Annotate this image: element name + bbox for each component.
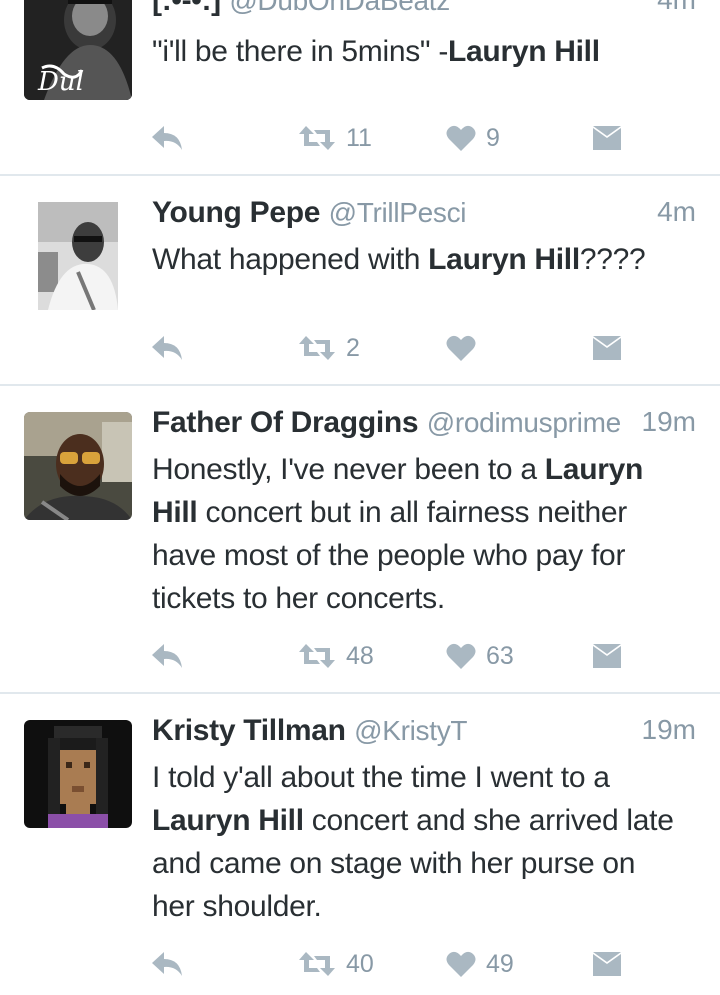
pepe-avatar-image <box>38 202 118 310</box>
timestamp[interactable]: 4m <box>657 0 696 16</box>
avatar[interactable] <box>38 202 118 310</box>
retweet-button[interactable]: 2 <box>298 330 360 366</box>
tweet-header: Young Pepe @TrillPesci 4m <box>152 196 696 236</box>
user-handle[interactable]: @KristyT <box>354 715 467 746</box>
reply-button[interactable] <box>150 946 184 982</box>
user-name[interactable]: [:•-•:] <box>152 0 221 17</box>
text-segment: What happened with <box>152 243 429 276</box>
tweet-actions: 11 9 <box>150 120 630 156</box>
tweet-header: Kristy Tillman @KristyT 19m <box>152 714 696 754</box>
retweet-icon <box>299 336 335 360</box>
retweet-icon <box>299 644 335 668</box>
retweet-count: 2 <box>346 333 360 362</box>
text-segment: concert but in all fairness neither have… <box>152 496 627 615</box>
retweet-count: 40 <box>346 949 374 978</box>
heart-icon <box>446 125 476 151</box>
highlighted-term: Lauryn <box>544 453 644 486</box>
envelope-icon <box>593 952 621 976</box>
heart-icon <box>446 335 476 361</box>
retweet-count: 48 <box>346 641 374 670</box>
reply-button[interactable] <box>150 330 184 366</box>
highlighted-term: Lauryn Hill <box>152 804 304 837</box>
reply-icon <box>152 952 182 976</box>
message-button[interactable] <box>592 946 622 982</box>
message-button[interactable] <box>592 120 622 156</box>
tweet-actions: 2 <box>150 330 630 366</box>
user-name[interactable]: Young Pepe <box>152 196 320 229</box>
svg-text:Dul: Dul <box>37 67 84 97</box>
tweet[interactable]: Young Pepe @TrillPesci 4m What happened … <box>0 176 720 384</box>
text-segment: I told y'all about the time I went to a <box>152 761 610 794</box>
like-button[interactable]: 63 <box>446 638 514 674</box>
like-button[interactable]: 9 <box>446 120 500 156</box>
heart-icon <box>446 951 476 977</box>
reply-icon <box>152 126 182 150</box>
like-count: 63 <box>486 641 514 670</box>
tweet-header: Father Of Draggins @rodimusprime 19m <box>152 406 696 446</box>
retweet-icon <box>299 126 335 150</box>
retweet-count: 11 <box>346 123 372 152</box>
retweet-icon <box>299 952 335 976</box>
tweet[interactable]: Dul [:•-•:] @DubOnDaBeatz 4m "i'll be th… <box>0 0 720 174</box>
message-button[interactable] <box>592 330 622 366</box>
timeline: Dul [:•-•:] @DubOnDaBeatz 4m "i'll be th… <box>0 0 720 995</box>
tweet[interactable]: Father Of Draggins @rodimusprime 19m Hon… <box>0 386 720 692</box>
highlighted-term: Lauryn Hill <box>428 243 580 276</box>
envelope-icon <box>593 126 621 150</box>
tweet-text: I told y'all about the time I went to a … <box>152 756 680 928</box>
user-name[interactable]: Father Of Draggins <box>152 406 419 439</box>
reply-icon <box>152 336 182 360</box>
avatar[interactable]: Dul <box>24 0 132 100</box>
retweet-button[interactable]: 40 <box>298 946 374 982</box>
user-name[interactable]: Kristy Tillman <box>152 714 346 747</box>
message-button[interactable] <box>592 638 622 674</box>
like-button[interactable]: 49 <box>446 946 514 982</box>
reply-icon <box>152 644 182 668</box>
draggins-avatar-image <box>24 412 132 520</box>
tweet-text: What happened with Lauryn Hill???? <box>152 238 680 281</box>
like-count: 49 <box>486 949 514 978</box>
timestamp[interactable]: 4m <box>657 196 696 228</box>
avatar[interactable] <box>24 412 132 520</box>
kristy-avatar-image <box>24 720 132 828</box>
avatar[interactable] <box>24 720 132 828</box>
user-handle[interactable]: @DubOnDaBeatz <box>229 0 450 16</box>
retweet-button[interactable]: 11 <box>298 120 372 156</box>
retweet-button[interactable]: 48 <box>298 638 374 674</box>
tweet-header: [:•-•:] @DubOnDaBeatz 4m <box>152 0 696 24</box>
tweet-actions: 40 49 <box>150 946 630 982</box>
tweet-text: "i'll be there in 5mins" -Lauryn Hill <box>152 30 680 73</box>
timestamp[interactable]: 19m <box>642 406 696 438</box>
heart-icon <box>446 643 476 669</box>
like-button[interactable] <box>446 330 486 366</box>
text-segment: Honestly, I've never been to a <box>152 453 545 486</box>
tweet[interactable]: Kristy Tillman @KristyT 19m I told y'all… <box>0 694 720 995</box>
envelope-icon <box>593 644 621 668</box>
dub-avatar-image: Dul <box>24 0 132 100</box>
reply-button[interactable] <box>150 638 184 674</box>
reply-button[interactable] <box>150 120 184 156</box>
envelope-icon <box>593 336 621 360</box>
tweet-actions: 48 63 <box>150 638 630 674</box>
text-segment: ???? <box>579 243 646 276</box>
tweet-text: Honestly, I've never been to a Lauryn Hi… <box>152 448 680 620</box>
user-handle[interactable]: @rodimusprime <box>427 407 621 438</box>
text-segment: "i'll be there in 5mins" - <box>152 35 449 68</box>
highlighted-term: Lauryn Hill <box>448 35 600 68</box>
timestamp[interactable]: 19m <box>642 714 696 746</box>
user-handle[interactable]: @TrillPesci <box>329 197 467 228</box>
like-count: 9 <box>486 123 500 152</box>
highlighted-term: Hill <box>152 496 198 529</box>
